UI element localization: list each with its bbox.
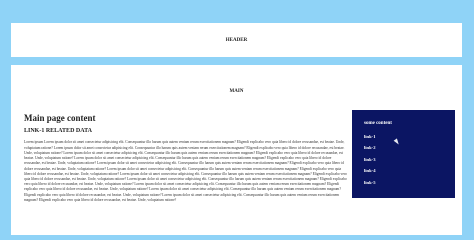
page-title: Main page content bbox=[24, 113, 96, 123]
main-section: MAIN Main page content LINK-1 RELATED DA… bbox=[11, 65, 462, 235]
header-label: HEADER bbox=[225, 37, 248, 43]
sidebar-link-1[interactable]: link-1 bbox=[364, 134, 455, 140]
lorem-paragraph: Lorem ipsum Lorem ipsum dolor sit amet c… bbox=[24, 140, 347, 202]
page-top-strip bbox=[0, 0, 474, 5]
sidebar-link-2[interactable]: link-2 bbox=[364, 146, 455, 151]
sidebar-link-3[interactable]: link-3 bbox=[364, 157, 455, 163]
sidebar: some content link-1 link-2 link-3 link-4… bbox=[352, 110, 455, 198]
section-title: LINK-1 RELATED DATA bbox=[24, 127, 93, 134]
header: HEADER bbox=[11, 23, 462, 57]
sidebar-link-4[interactable]: link-4 bbox=[364, 169, 455, 174]
main-content: Main page content LINK-1 RELATED DATA Lo… bbox=[24, 113, 348, 203]
sidebar-title: some content bbox=[364, 121, 392, 126]
main-label: MAIN bbox=[229, 89, 244, 94]
sidebar-link-5[interactable]: link-5 bbox=[364, 180, 455, 186]
